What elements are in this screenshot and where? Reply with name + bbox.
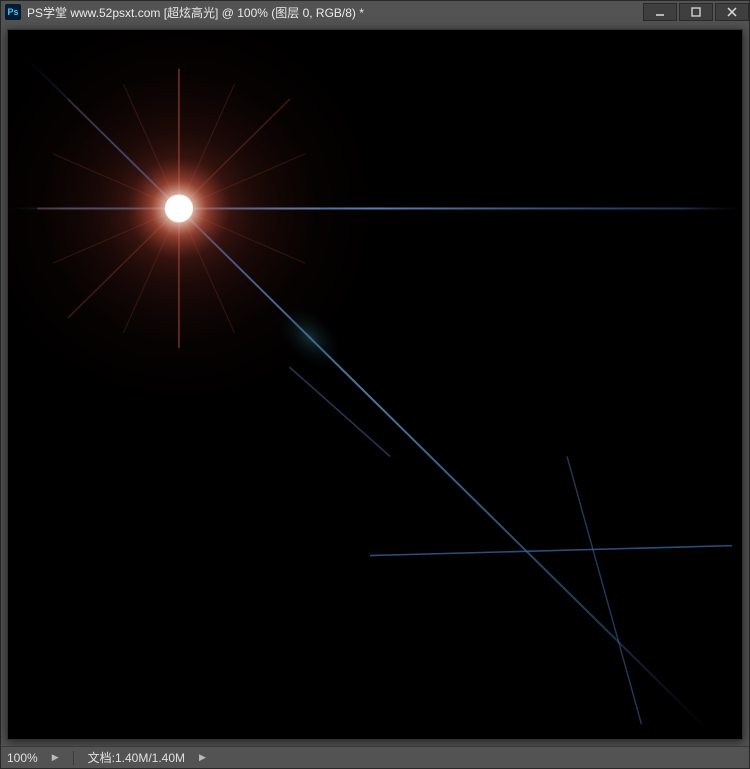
doc-size: 1.40M/1.40M [115, 751, 185, 765]
zoom-arrow-icon[interactable]: ▶ [52, 752, 59, 763]
titlebar: Ps PS学堂 www.52psxt.com [超炫高光] @ 100% (图层… [1, 1, 749, 23]
canvas-border [7, 29, 743, 740]
doc-arrow-icon[interactable]: ▶ [199, 752, 206, 763]
separator [73, 751, 74, 765]
close-button[interactable] [715, 3, 749, 21]
doc-label: 文档: [88, 751, 115, 765]
canvas-area [1, 23, 749, 746]
window-controls [641, 3, 749, 21]
minimize-button[interactable] [643, 3, 677, 21]
maximize-button[interactable] [679, 3, 713, 21]
document-canvas[interactable] [8, 30, 742, 739]
lens-flare-artwork [8, 30, 742, 739]
app-abbr: Ps [7, 7, 18, 17]
window-title: PS学堂 www.52psxt.com [超炫高光] @ 100% (图层 0,… [27, 4, 641, 21]
app-window: Ps PS学堂 www.52psxt.com [超炫高光] @ 100% (图层… [0, 0, 750, 769]
statusbar: 100% ▶ 文档:1.40M/1.40M ▶ [1, 746, 749, 768]
zoom-level[interactable]: 100% [7, 751, 38, 765]
doc-info: 文档:1.40M/1.40M [88, 749, 185, 766]
photoshop-icon: Ps [5, 4, 21, 20]
